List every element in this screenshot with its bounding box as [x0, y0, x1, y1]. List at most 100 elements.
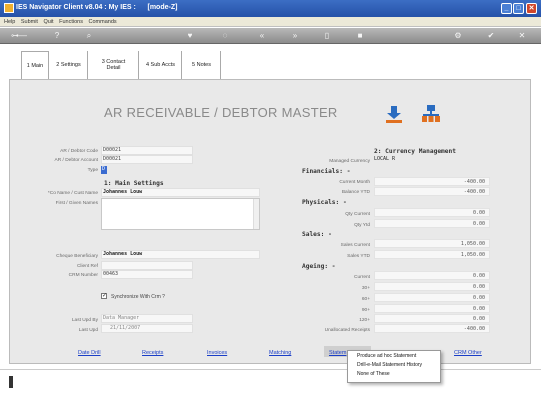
last-upd-by-label: Last Upd By [71, 318, 98, 323]
debtor-account-label: AR / Debtor Account [54, 158, 98, 163]
tab-settings[interactable]: 2 Settings [50, 51, 88, 79]
balance-ytd-field[interactable]: -400.00 [374, 187, 490, 196]
status-area [0, 369, 541, 406]
ageing-30-label: 30+ [361, 286, 370, 291]
currency-management-heading: 2: Currency Management [374, 148, 456, 155]
type-value: D [102, 166, 106, 172]
client-ref-label: Client Ref [76, 264, 98, 269]
cheque-beneficiary-value: Johannes Louw [103, 251, 143, 257]
popup-item-none[interactable]: None of These [348, 369, 440, 378]
ageing-90-field[interactable]: 0.00 [374, 304, 490, 313]
date-drill-link[interactable]: Date Drill [78, 350, 101, 356]
menu-submit[interactable]: Submit [21, 19, 38, 25]
ageing-current-label: Current [354, 275, 370, 280]
stop-icon[interactable]: ■ [355, 31, 365, 41]
qty-current-field[interactable]: 0.00 [374, 208, 490, 217]
ageing-60-field[interactable]: 0.00 [374, 293, 490, 302]
matching-link[interactable]: Matching [269, 350, 291, 356]
app-icon [4, 3, 14, 13]
sales-current-field[interactable]: 1,050.00 [374, 239, 490, 248]
close-button[interactable]: ✕ [526, 3, 537, 14]
last-upd-label: Last Upd [78, 328, 98, 333]
co-name-label: *Co Name / Cust Name [47, 191, 98, 196]
cheque-beneficiary-label: Cheque Beneficiary [56, 254, 98, 259]
sync-crm-label: Synchronize With Crm ? [111, 294, 165, 300]
heart-icon[interactable]: ♥ [185, 31, 195, 41]
crm-other-link[interactable]: CRM Other [454, 350, 482, 356]
crm-number-label: CRM Number [68, 273, 98, 278]
ageing-120-field[interactable]: 0.00 [374, 314, 490, 323]
last-upd-value: 21/11/2007 [110, 325, 141, 331]
menu-commands[interactable]: Commands [89, 19, 117, 25]
ageing-60-label: 60+ [361, 297, 370, 302]
cancel-icon[interactable]: ✕ [517, 31, 527, 41]
ageing-90-label: 90+ [361, 308, 370, 313]
statement-popup-menu: Produce ad hoc Statement Drill-e-Mail St… [347, 350, 441, 383]
popup-item-produce-statement[interactable]: Produce ad hoc Statement [348, 351, 440, 360]
menu-help[interactable]: Help [4, 19, 15, 25]
tab-contact-detail[interactable]: 3 Contact Detail [89, 51, 139, 79]
tab-main[interactable]: 1 Main [21, 51, 49, 79]
tab-sub-accts[interactable]: 4 Sub Accts [140, 51, 182, 79]
settings-icon[interactable]: ⚙ [453, 31, 463, 41]
page-title: AR RECEIVABLE / DEBTOR MASTER [104, 105, 338, 120]
window-titlebar: IES Navigator Client v8.04 : My IES : [m… [0, 0, 541, 17]
crm-number-value: 00463 [103, 271, 119, 277]
forward-icon[interactable]: » [290, 31, 300, 41]
qty-current-label: Qty Current [345, 212, 370, 217]
check-icon[interactable]: ✔ [486, 31, 496, 41]
ageing-heading: Ageing: - [302, 263, 336, 270]
current-month-field[interactable]: -400.00 [374, 177, 490, 186]
unallocated-receipts-label: Unallocated Receipts [324, 328, 370, 333]
physicals-heading: Physicals: - [302, 199, 347, 206]
document-icon[interactable]: ▯ [322, 31, 332, 41]
menu-quit[interactable]: Quit [44, 19, 54, 25]
key-icon[interactable]: ⊶— [8, 31, 30, 41]
window-title: IES Navigator Client v8.04 : My IES : [m… [16, 4, 178, 11]
invoices-link[interactable]: Invoices [207, 350, 227, 356]
tab-bar: 1 Main 2 Settings 3 Contact Detail 4 Sub… [9, 51, 531, 79]
textarea-scrollbar[interactable] [253, 199, 259, 229]
type-label: Type [87, 168, 98, 173]
side-logo-icon [9, 376, 13, 388]
ageing-30-field[interactable]: 0.00 [374, 282, 490, 291]
tab-notes[interactable]: 5 Notes [183, 51, 221, 79]
debtor-account-value: D00021 [103, 156, 122, 162]
search-icon[interactable]: ⌕ [84, 31, 94, 41]
sales-ytd-field[interactable]: 1,050.00 [374, 250, 490, 259]
debtor-code-value: D00021 [103, 147, 122, 153]
first-names-label: First / Given Names [55, 201, 98, 206]
refresh-icon[interactable]: ◌ [220, 31, 230, 41]
managed-currency-value: LOCAL R [374, 156, 396, 162]
co-name-value: Johannes Louw [103, 189, 143, 195]
sales-heading: Sales: - [302, 231, 332, 238]
unallocated-receipts-field[interactable]: -400.00 [374, 324, 490, 333]
ageing-current-field[interactable]: 0.00 [374, 271, 490, 280]
minimize-button[interactable]: _ [501, 3, 512, 14]
current-month-label: Current Month [339, 180, 370, 185]
sales-current-label: Sales Current [340, 243, 370, 248]
menu-bar: Help Submit Quit Functions Commands [0, 17, 541, 27]
receipts-link[interactable]: Receipts [142, 350, 163, 356]
balance-ytd-label: Balance YTD [341, 190, 370, 195]
hierarchy-icon[interactable] [421, 104, 441, 124]
rewind-icon[interactable]: « [257, 31, 267, 41]
main-settings-heading: 1: Main Settings [104, 180, 164, 187]
toolbar: ⊶— ? ⌕ ♥ ◌ « » ▯ ■ ⚙ ✔ ✕ [0, 28, 541, 44]
financials-heading: Financials: - [302, 168, 351, 175]
popup-item-email-history[interactable]: Drill-e-Mail Statement History [348, 360, 440, 369]
debtor-code-label: AR / Debtor Code [60, 149, 98, 154]
statements-link[interactable]: Statem [329, 350, 346, 356]
qty-ytd-label: Qty Ytd [354, 223, 370, 228]
first-names-textarea[interactable] [101, 198, 260, 230]
managed-currency-label: Managed Currency [329, 159, 370, 164]
client-ref-field[interactable] [101, 261, 193, 270]
menu-functions[interactable]: Functions [59, 19, 83, 25]
download-icon[interactable] [384, 104, 404, 124]
sync-crm-checkbox[interactable]: ✓ [101, 293, 107, 299]
sales-ytd-label: Sales YTD [347, 254, 370, 259]
qty-ytd-field[interactable]: 0.00 [374, 219, 490, 228]
ageing-120-label: 120+ [359, 318, 370, 323]
help-icon[interactable]: ? [52, 31, 62, 41]
maximize-button[interactable]: □ [513, 3, 524, 14]
